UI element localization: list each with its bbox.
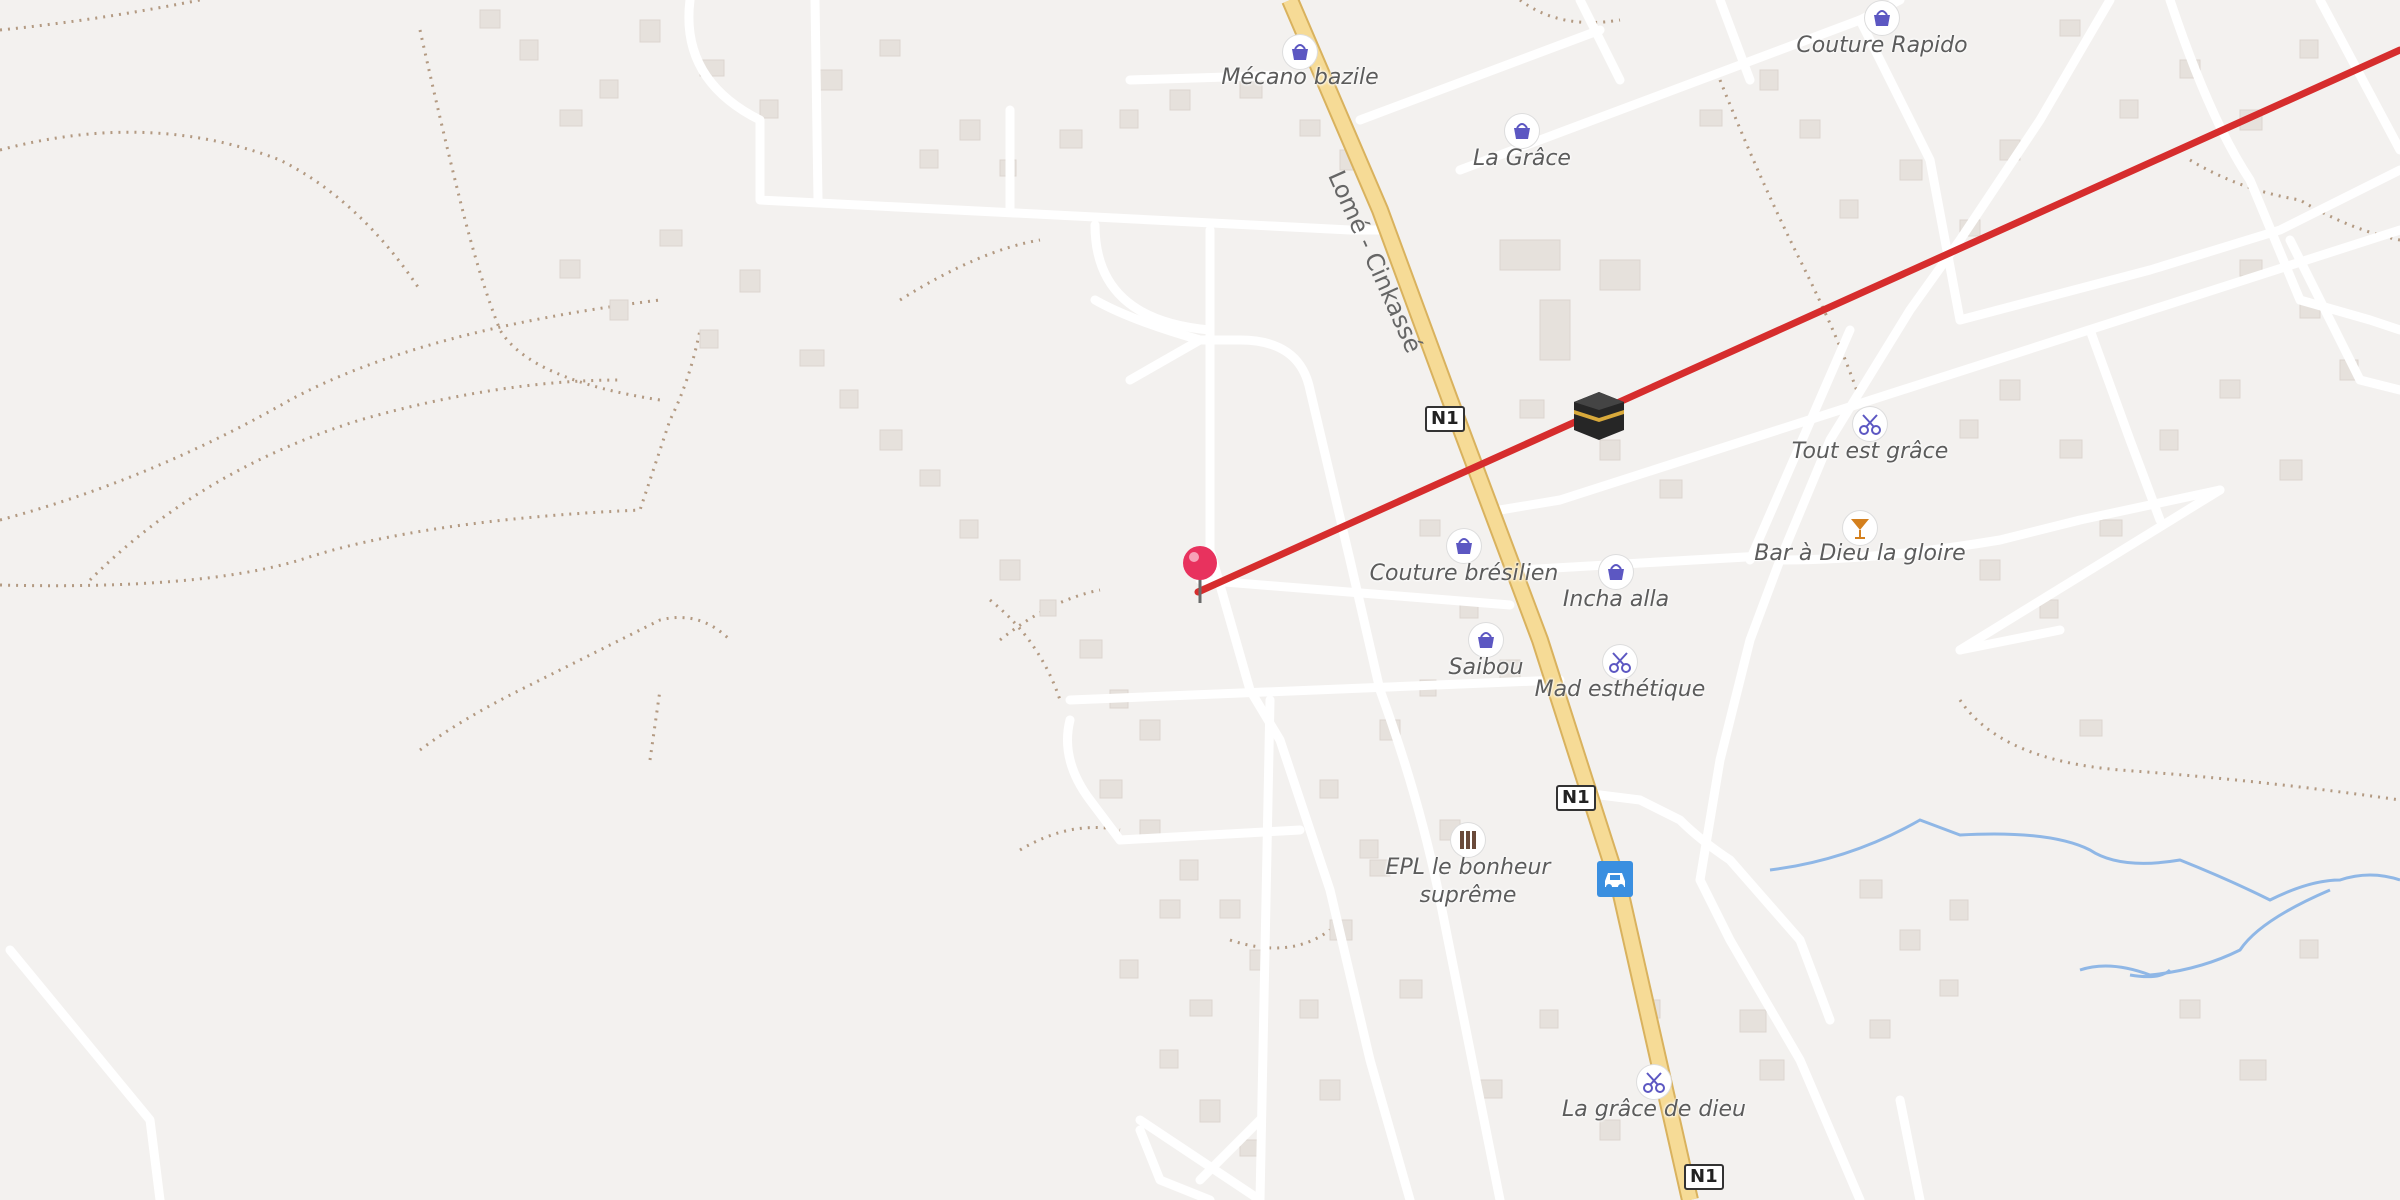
shopping-basket-icon bbox=[1505, 114, 1539, 148]
poi-label: Couture brésilien bbox=[1369, 561, 1559, 586]
shopping-basket-icon bbox=[1447, 529, 1481, 563]
route-shield-n1: N1 bbox=[1425, 406, 1465, 432]
scissors-icon bbox=[1853, 407, 1887, 441]
dotted-paths bbox=[0, 0, 2400, 950]
scissors-icon bbox=[1637, 1065, 1671, 1099]
car-marker[interactable] bbox=[1597, 861, 1633, 897]
shopping-basket-icon bbox=[1865, 1, 1899, 35]
school-icon bbox=[1451, 823, 1485, 857]
car-icon bbox=[1605, 873, 1625, 890]
route-shield-n1: N1 bbox=[1556, 785, 1596, 811]
map-canvas[interactable]: Lomé - Cinkassé N1 N1 N1 Mécano bazile C… bbox=[0, 0, 2400, 1200]
poi-label: Tout est grâce bbox=[1791, 439, 1949, 464]
poi-label: Saibou bbox=[1448, 655, 1524, 680]
location-pin-marker[interactable] bbox=[1180, 545, 1220, 609]
route-shield-n1: N1 bbox=[1684, 1164, 1724, 1190]
poi-label: Mécano bazile bbox=[1221, 65, 1379, 90]
poi-label: Incha alla bbox=[1562, 587, 1670, 612]
poi-label: La Grâce bbox=[1473, 146, 1571, 171]
location-pin-icon bbox=[1183, 546, 1217, 603]
shopping-basket-icon bbox=[1599, 555, 1633, 589]
poi-label: Bar à Dieu la gloire bbox=[1754, 541, 1966, 566]
poi-label: La grâce de dieu bbox=[1562, 1097, 1746, 1122]
shopping-basket-icon bbox=[1469, 623, 1503, 657]
poi-label: Couture Rapido bbox=[1796, 33, 1968, 58]
poi-label: EPL le bonheur suprême bbox=[1385, 855, 1551, 908]
mosque-kaaba-icon bbox=[1574, 392, 1624, 440]
scissors-icon bbox=[1603, 645, 1637, 679]
poi-label: Mad esthétique bbox=[1534, 677, 1706, 702]
mosque-kaaba-marker[interactable] bbox=[1572, 388, 1626, 446]
